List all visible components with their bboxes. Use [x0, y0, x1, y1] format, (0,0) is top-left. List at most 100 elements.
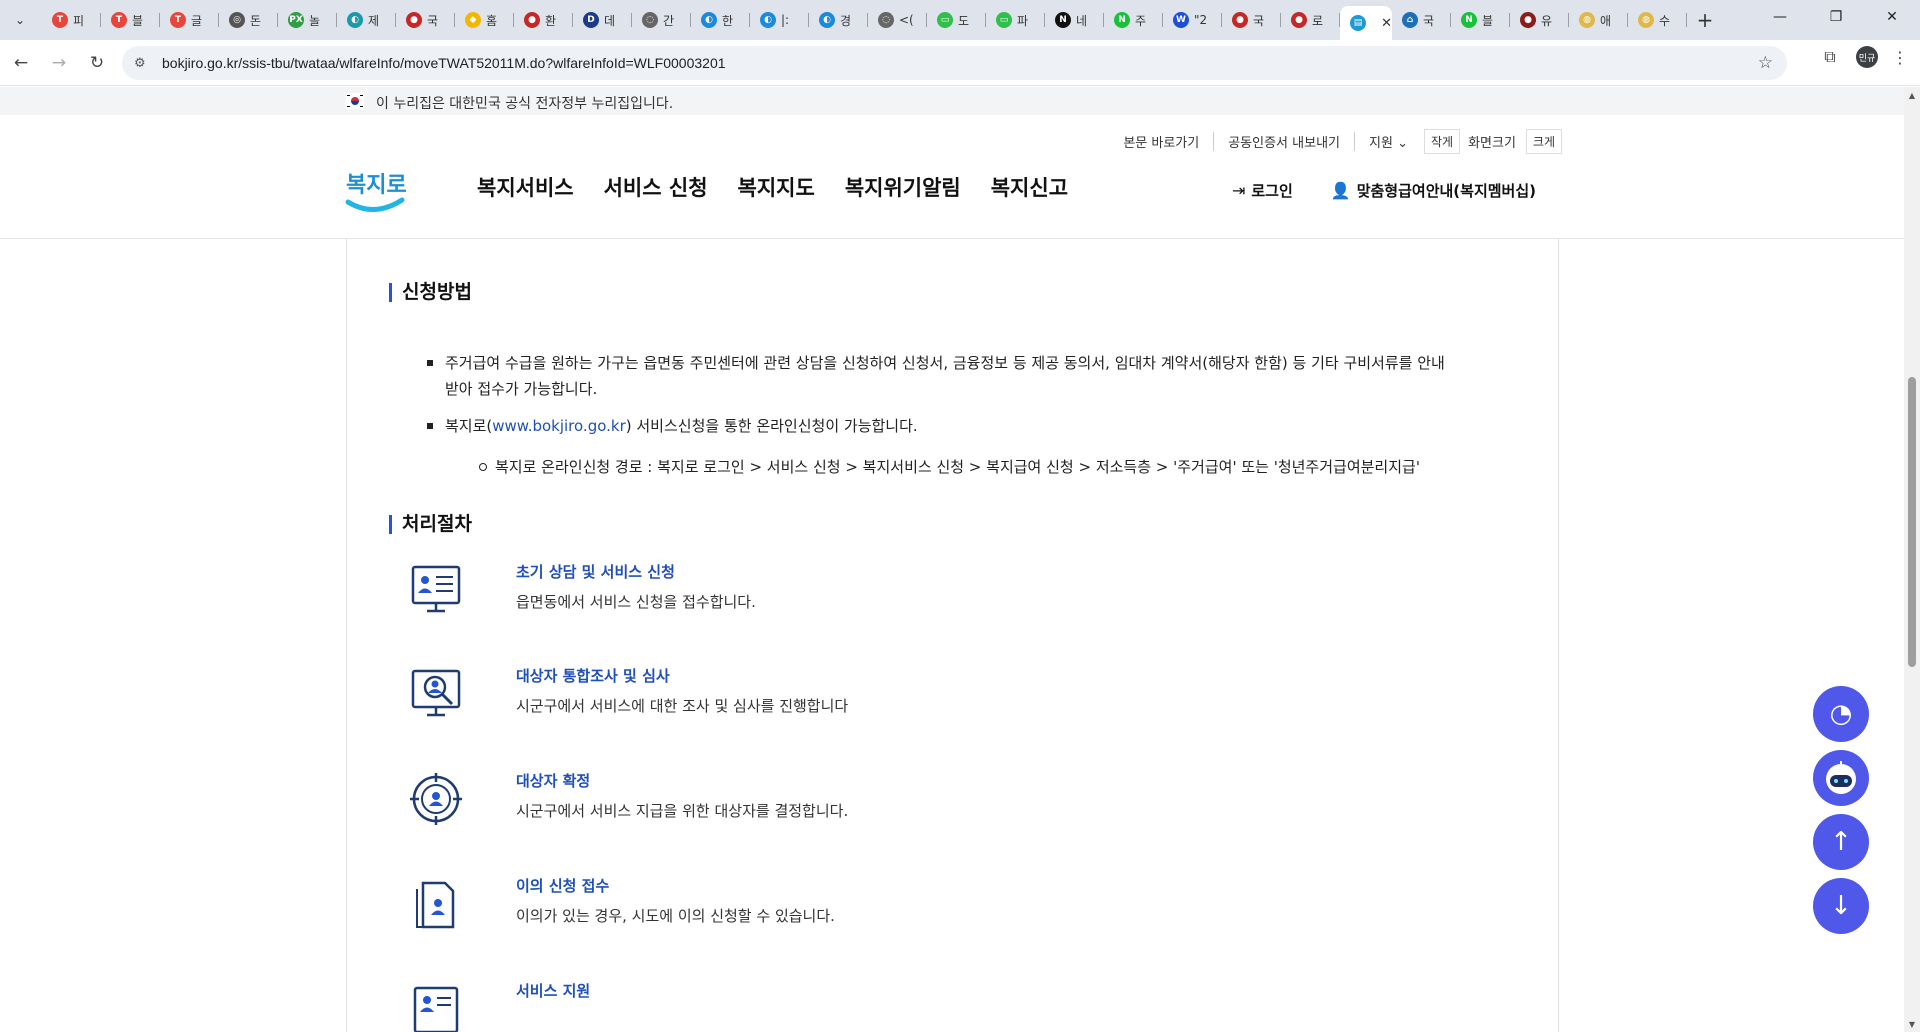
process-step: 서비스 지원 [407, 980, 1307, 1032]
scrollbar-thumb[interactable] [1908, 377, 1916, 667]
header-actions: ⇥ 로그인 👤 맞춤형급여안내(복지멤버십) [1232, 180, 1536, 201]
browser-tab[interactable]: ● 국 [1222, 4, 1281, 36]
browser-tab-active[interactable]: ▤ ✕ [1340, 6, 1392, 40]
browser-menu-icon[interactable]: ⋮ [1892, 48, 1908, 67]
tab-title: 데 [604, 13, 616, 28]
browser-tab[interactable]: ● 국 [396, 4, 455, 36]
step-title: 이의 신청 접수 [516, 877, 610, 895]
tab-favicon-icon: ⌂ [1402, 12, 1418, 28]
chatbot-button[interactable] [1813, 750, 1869, 806]
scroll-top-button[interactable]: ↑ [1813, 814, 1869, 870]
browser-tab[interactable]: ◎ 돈 [219, 4, 278, 36]
browser-tab[interactable]: N주 [1104, 4, 1163, 36]
browser-tab[interactable]: ◌ <( [868, 4, 927, 36]
font-small-button[interactable]: 작게 [1423, 129, 1461, 154]
tab-search-chevron-icon[interactable]: ⌄ [6, 6, 34, 34]
restore-icon[interactable]: ❐ [1808, 0, 1864, 34]
nav-welfare-report[interactable]: 복지신고 [991, 172, 1068, 202]
tab-title: |: [781, 13, 790, 27]
monitor-search-icon [411, 669, 461, 717]
tab-title: 네 [1076, 13, 1088, 28]
browser-tab[interactable]: W "2 [1163, 4, 1222, 36]
tab-title: 국 [427, 13, 439, 28]
address-bar[interactable]: ⚙ bokjiro.go.kr/ssis-tbu/twataa/wlfareIn… [122, 46, 1787, 80]
tab-title: 블 [132, 13, 144, 28]
browser-tab[interactable]: ◍ 애 [1569, 4, 1628, 36]
browser-tab[interactable]: ◐ 제 [337, 4, 396, 36]
browser-tab[interactable]: ◐ 경 [809, 4, 868, 36]
minimize-icon[interactable]: — [1752, 0, 1808, 34]
browser-tab[interactable]: ● 환 [514, 4, 573, 36]
browser-tab[interactable]: ◐ 한 [691, 4, 750, 36]
forward-icon[interactable]: → [42, 46, 76, 80]
browser-tab[interactable]: ◐ |: [750, 4, 809, 36]
nav-welfare-map[interactable]: 복지지도 [738, 172, 815, 202]
tab-title: 유 [1541, 13, 1553, 28]
step-title: 대상자 확정 [516, 772, 591, 790]
tab-favicon-icon: ● [524, 12, 540, 28]
recent-history-button[interactable]: ◔ [1813, 686, 1869, 742]
cert-export-link[interactable]: 공동인증서 내보내기 [1214, 132, 1355, 151]
page-scrollbar[interactable]: ▲ ▼ [1904, 87, 1920, 1032]
monitor-document-icon [411, 565, 461, 613]
tab-title: 글 [191, 13, 203, 28]
browser-tab[interactable]: ⌂ 국 [1392, 4, 1451, 36]
scroll-bottom-button[interactable]: ↓ [1813, 878, 1869, 934]
tab-title: 로 [1312, 13, 1324, 28]
reload-icon[interactable]: ↻ [80, 46, 114, 80]
login-label: 로그인 [1251, 182, 1293, 200]
scroll-up-arrow-icon[interactable]: ▲ [1904, 87, 1920, 103]
step-title: 서비스 지원 [516, 982, 591, 1000]
close-tab-icon[interactable]: ✕ [1381, 16, 1392, 31]
bokjiro-logo[interactable]: 복지로 [344, 162, 406, 214]
site-info-icon[interactable]: ⚙ [134, 56, 154, 71]
history-clock-icon: ◔ [1829, 699, 1853, 729]
extensions-icon[interactable]: ⧉ [1818, 47, 1842, 67]
skip-to-content-link[interactable]: 본문 바로가기 [1109, 132, 1215, 151]
support-dropdown[interactable]: 지원 ⌄ [1355, 132, 1422, 151]
tab-title: 피 [73, 13, 85, 28]
font-large-button[interactable]: 크게 [1525, 129, 1562, 154]
browser-tab[interactable]: ● 유 [1510, 4, 1569, 36]
arrow-up-icon: ↑ [1830, 827, 1852, 857]
scroll-down-arrow-icon[interactable]: ▼ [1904, 1016, 1920, 1032]
apply-bullet-2-pre: 복지로( [445, 417, 493, 435]
browser-tab[interactable]: ◌ 간 [632, 4, 691, 36]
page-viewport: 이 누리집은 대한민국 공식 전자정부 누리집입니다. 본문 바로가기 공동인증… [0, 87, 1904, 1032]
profile-avatar[interactable]: 민규 [1856, 46, 1878, 68]
document-user-icon [416, 881, 455, 929]
bookmark-star-icon[interactable]: ☆ [1758, 53, 1773, 73]
tab-title: 파 [1017, 13, 1029, 28]
nav-welfare-service[interactable]: 복지서비스 [477, 172, 574, 202]
main-navigation: 복지서비스 서비스 신청 복지지도 복지위기알림 복지신고 [477, 172, 1098, 202]
browser-tab[interactable]: N네 [1045, 4, 1104, 36]
browser-tab[interactable]: ▭ 도 [927, 4, 986, 36]
tab-favicon-icon: ● [1232, 12, 1248, 28]
browser-tab[interactable]: ◆ 홈 [455, 4, 514, 36]
close-window-icon[interactable]: ✕ [1864, 0, 1920, 34]
browser-tab[interactable]: ▭ 파 [986, 4, 1045, 36]
new-tab-icon[interactable]: + [1691, 6, 1719, 34]
browser-tab[interactable]: ● 로 [1281, 4, 1340, 36]
tab-favicon-icon: W [1173, 12, 1189, 28]
step-title: 대상자 통합조사 및 심사 [516, 667, 670, 685]
main-content: 신청방법 주거급여 수급을 원하는 가구는 읍면동 주민센터에 관련 상담을 신… [346, 239, 1559, 1032]
browser-tab[interactable]: D데 [573, 4, 632, 36]
bokjiro-link[interactable]: www.bokjiro.go.kr [492, 417, 626, 435]
browser-tab[interactable]: T글 [160, 4, 219, 36]
tab-title: 수 [1659, 13, 1671, 28]
nav-welfare-alert[interactable]: 복지위기알림 [845, 172, 961, 202]
browser-tab[interactable]: PX 놀 [278, 4, 337, 36]
site-header: 본문 바로가기 공동인증서 내보내기 지원 ⌄ 작게 화면크기 크게 복지로 복… [0, 115, 1904, 239]
browser-tab[interactable]: ◍ 수 [1628, 4, 1687, 36]
membership-link[interactable]: 👤 맞춤형급여안내(복지멤버십) [1331, 180, 1536, 201]
process-step: 대상자 확정 시군구에서 서비스 지급을 위한 대상자를 결정합니다. [407, 770, 1307, 840]
browser-tab[interactable]: T피 [42, 4, 101, 36]
login-link[interactable]: ⇥ 로그인 [1232, 180, 1293, 201]
tab-favicon-icon: ● [1520, 12, 1536, 28]
tab-title: 국 [1423, 13, 1435, 28]
back-icon[interactable]: ← [4, 46, 38, 80]
nav-service-apply[interactable]: 서비스 신청 [604, 172, 708, 202]
browser-tab[interactable]: T블 [101, 4, 160, 36]
browser-tab[interactable]: N블 [1451, 4, 1510, 36]
